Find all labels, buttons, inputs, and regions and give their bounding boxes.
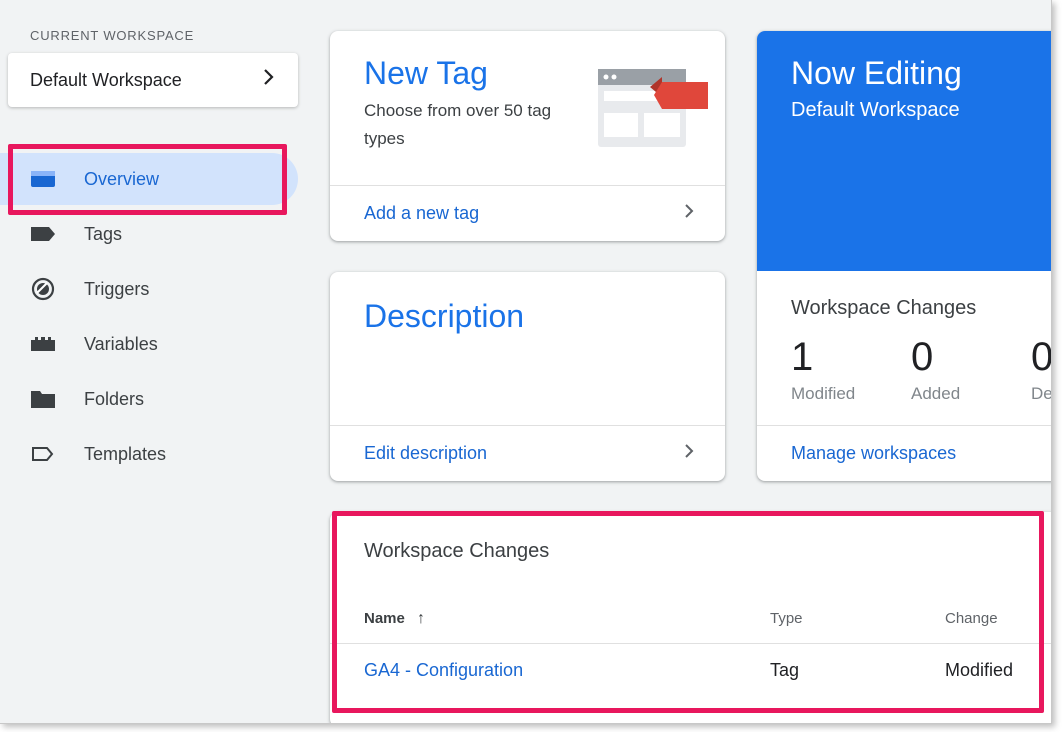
chevron-right-icon [683,202,695,225]
variables-icon [30,331,56,357]
sidebar-item-triggers[interactable]: Triggers [0,263,298,315]
row-change: Modified [945,660,1014,680]
modified-count: 1 [791,335,814,379]
deleted-caption: Deleted [1031,384,1052,403]
sidebar-item-templates[interactable]: Templates [0,428,298,480]
gtm-workspace-window: CURRENT WORKSPACE Default Workspace Over… [0,0,1052,724]
sidebar-item-label: Folders [84,388,145,409]
workspace-changes-card: Workspace Changes Name ↑ Type Change GA4… [330,512,1051,723]
now-editing-workspace: Default Workspace [791,99,960,121]
column-header-change[interactable]: Change [945,610,998,627]
now-editing-card: Now Editing Default Workspace Workspace … [757,31,1052,481]
deleted-count: 0 [1031,335,1052,379]
sort-arrow-up-icon: ↑ [417,610,426,627]
sidebar-item-label: Tags [84,223,123,244]
now-editing-title: Now Editing [791,55,962,91]
new-tag-card[interactable]: New Tag Choose from over 50 tag types Ad… [330,31,725,241]
added-stat: 0 Added [911,335,960,404]
column-header-name-label: Name [364,610,405,627]
template-icon [30,441,56,467]
row-name-link[interactable]: GA4 - Configuration [364,660,523,681]
workspace-selector[interactable]: Default Workspace [8,53,298,107]
sidebar-item-label: Triggers [84,278,150,299]
sidebar-item-variables[interactable]: Variables [0,318,298,370]
trigger-icon [30,276,56,302]
sidebar-item-label: Overview [84,168,160,189]
current-workspace-label: CURRENT WORKSPACE [30,28,195,43]
table-header: Name ↑ Type Change [330,596,1051,644]
now-editing-banner: Now Editing Default Workspace [757,31,1051,271]
chevron-right-icon [262,68,276,92]
sidebar-item-label: Templates [84,443,167,464]
description-card: Description Edit description [330,272,725,481]
overview-icon [30,166,56,192]
workspace-changes-title: Workspace Changes [364,540,550,562]
table-row[interactable]: GA4 - Configuration Tag Modified [330,645,1051,697]
new-tag-subtitle: Choose from over 50 tag types [364,101,552,148]
added-count: 0 [911,335,934,379]
row-type: Tag [770,660,800,680]
folder-icon [30,386,56,412]
manage-workspaces-link[interactable]: Manage workspaces [757,425,1051,481]
modified-stat: 1 Modified [791,335,855,404]
added-caption: Added [911,384,961,403]
description-title: Description [364,298,525,334]
edit-description-link[interactable]: Edit description [330,425,725,481]
sidebar-item-label: Variables [84,333,158,354]
workspace-name: Default Workspace [30,69,182,90]
modified-caption: Modified [791,384,856,403]
sidebar-item-tags[interactable]: Tags [0,208,298,260]
add-new-tag-label: Add a new tag [364,203,480,223]
new-tag-title: New Tag [364,55,488,91]
chevron-right-icon [683,442,695,465]
workspace-changes-summary-title: Workspace Changes [791,297,977,319]
column-header-name[interactable]: Name ↑ [364,610,425,628]
sidebar-item-folders[interactable]: Folders [0,373,298,425]
tag-icon [30,221,56,247]
column-header-type[interactable]: Type [770,610,803,627]
sidebar-item-overview[interactable]: Overview [0,153,298,205]
deleted-stat: 0 Deleted [1031,335,1052,404]
edit-description-label: Edit description [364,443,488,463]
add-new-tag-link[interactable]: Add a new tag [330,185,725,241]
manage-workspaces-label: Manage workspaces [791,443,957,463]
tag-illustration-icon [598,69,710,154]
